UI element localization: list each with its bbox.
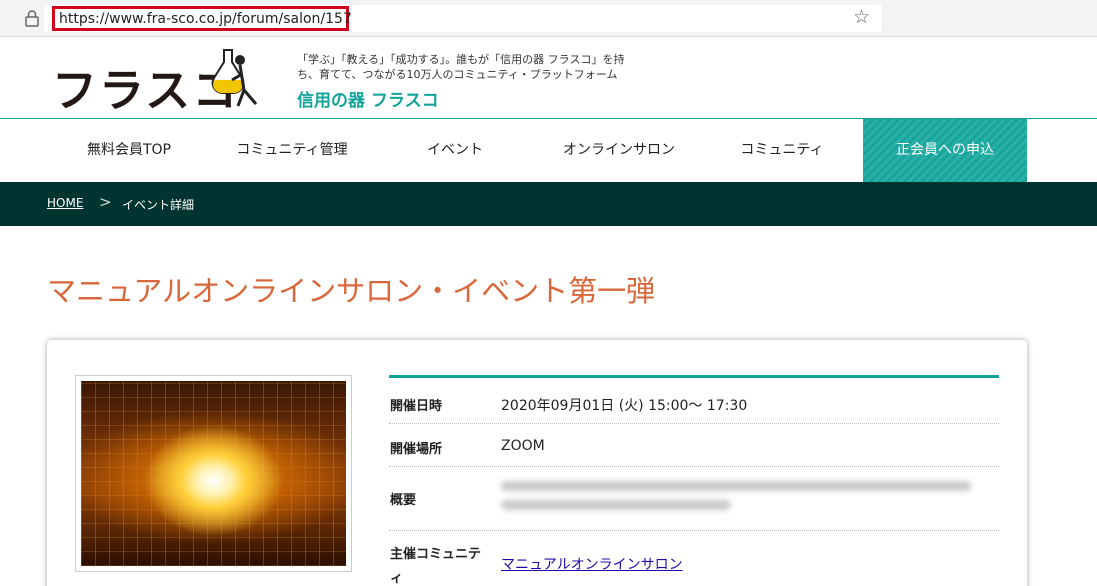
row-label-organizer: 主催コミュニティ (390, 547, 482, 586)
blurred-line (501, 500, 731, 510)
main-nav: 無料会員TOP コミュニティ管理 イベント オンラインサロン コミュニティ 正会… (0, 119, 1097, 182)
event-image (81, 381, 346, 566)
site-header: フラスコ 「学ぶ」「教える」「成功する」。誰もが「信用の器 フラスコ」を持 ち、… (0, 38, 1097, 119)
event-info-table: 開催日時 2020年09月01日 (火) 15:00～ 17:30 開催場所 Z… (389, 375, 999, 586)
event-image-frame (75, 375, 352, 572)
table-row: 開催日時 2020年09月01日 (火) 15:00～ 17:30 (389, 378, 999, 424)
page-title: マニュアルオンラインサロン・イベント第一弾 (47, 274, 656, 308)
row-label-summary: 概要 (390, 493, 417, 508)
row-value-venue: ZOOM (501, 438, 545, 454)
blurred-line (501, 481, 971, 491)
lock-icon (25, 10, 39, 27)
bookmark-star-icon[interactable]: ☆ (853, 6, 870, 28)
breadcrumb-home-link[interactable]: HOME (47, 196, 83, 210)
organizer-link[interactable]: マニュアルオンラインサロン (501, 554, 683, 574)
url-highlight-box: https://www.fra-sco.co.jp/forum/salon/15… (52, 6, 352, 31)
breadcrumb: HOME > イベント詳細 (0, 182, 1097, 226)
tagline-line-1: 「学ぶ」「教える」「成功する」。誰もが「信用の器 フラスコ」を持 (297, 53, 625, 66)
table-row: 概要 (389, 467, 999, 531)
regular-member-apply-button[interactable]: 正会員への申込 (863, 119, 1027, 182)
nav-item-online-salon[interactable]: オンラインサロン (538, 119, 700, 182)
tagline-line-2: ち、育てて、つながる10万人のコミュニティ・プラットフォーム (297, 68, 618, 81)
nav-item-free-member-top[interactable]: 無料会員TOP (60, 119, 198, 182)
browser-toolbar: https://www.fra-sco.co.jp/forum/salon/15… (0, 0, 1097, 37)
table-row: 主催コミュニティ マニュアルオンラインサロン (389, 531, 999, 586)
nav-item-community[interactable]: コミュニティ (712, 119, 852, 182)
chevron-right-icon: > (99, 193, 112, 211)
breadcrumb-current: イベント詳細 (122, 198, 195, 212)
nav-item-event[interactable]: イベント (385, 119, 525, 182)
row-value-datetime: 2020年09月01日 (火) 15:00～ 17:30 (501, 398, 748, 414)
row-label-datetime: 開催日時 (390, 399, 443, 414)
table-row: 開催場所 ZOOM (389, 424, 999, 467)
tagline: 「学ぶ」「教える」「成功する」。誰もが「信用の器 フラスコ」を持 ち、育てて、つ… (297, 52, 657, 82)
url-text[interactable]: https://www.fra-sco.co.jp/forum/salon/15… (59, 11, 352, 27)
nav-item-community-admin[interactable]: コミュニティ管理 (210, 119, 374, 182)
flask-mascot-icon (211, 49, 258, 107)
row-label-venue: 開催場所 (390, 442, 443, 457)
brand-subtitle: 信用の器 フラスコ (297, 91, 439, 111)
blurred-summary-text (501, 481, 981, 519)
event-card: 開催日時 2020年09月01日 (火) 15:00～ 17:30 開催場所 Z… (47, 340, 1027, 586)
